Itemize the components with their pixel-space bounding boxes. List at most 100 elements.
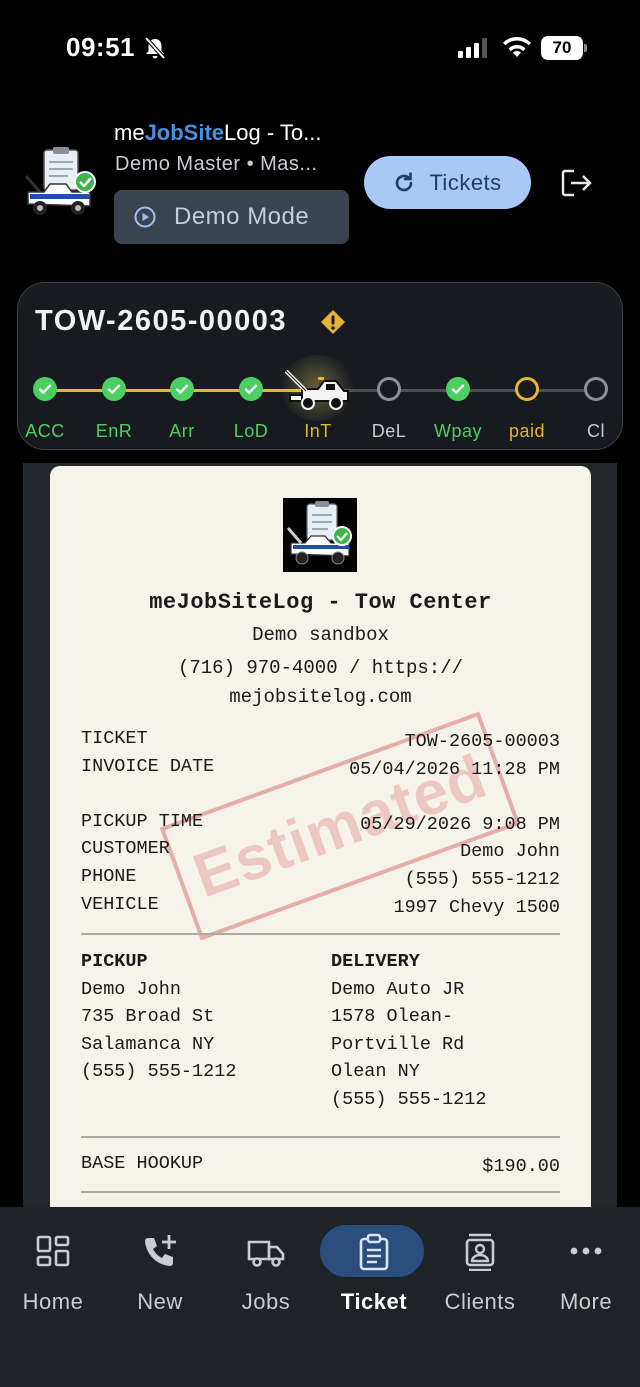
row-value: 05/29/2026 9:08 PM bbox=[360, 814, 560, 835]
check-icon bbox=[244, 384, 258, 394]
nav-jobs[interactable]: Jobs bbox=[213, 1207, 319, 1327]
pickup-name: Demo John bbox=[81, 978, 181, 1000]
step-dot-paid bbox=[515, 377, 539, 401]
receipt: meJobSiteLog - Tow Center Demo sandbox (… bbox=[50, 466, 591, 1226]
play-circle-icon bbox=[134, 206, 156, 228]
nav-ticket[interactable]: Ticket bbox=[320, 1207, 427, 1327]
tickets-button[interactable]: Tickets bbox=[364, 156, 531, 209]
check-icon bbox=[107, 384, 121, 394]
line-item-amount: $190.00 bbox=[482, 1156, 560, 1177]
battery-level: 70 bbox=[541, 36, 583, 60]
receipt-logo-icon bbox=[283, 498, 357, 572]
step-dot-wpay bbox=[446, 377, 470, 401]
receipt-container: meJobSiteLog - Tow Center Demo sandbox (… bbox=[23, 463, 617, 1226]
app-title-accent: JobSite bbox=[144, 120, 225, 145]
step-label-acc: ACC bbox=[25, 421, 65, 441]
truck-icon bbox=[247, 1240, 285, 1267]
line-item-label: BASE HOOKUP bbox=[81, 1153, 204, 1174]
row-key: INVOICE DATE bbox=[81, 756, 215, 777]
step-label-wpay: Wpay bbox=[433, 421, 482, 441]
app-subtitle: Demo Master • Mas... bbox=[115, 153, 318, 175]
row-key: PICKUP TIME bbox=[81, 811, 204, 832]
step-label-cl: Cl bbox=[587, 421, 605, 441]
pickup-heading: PICKUP bbox=[81, 951, 148, 972]
ticket-progress-card: TOW-2605-00003 ACC EnR Arr LoD InT DeL Wpay pai… bbox=[17, 282, 623, 450]
divider bbox=[81, 1191, 560, 1193]
app-logo-icon bbox=[24, 147, 96, 215]
delivery-street-1: 1578 Olean- bbox=[331, 1006, 454, 1028]
nav-home[interactable]: Home bbox=[0, 1207, 106, 1327]
receipt-contact: (716) 970-4000 / https:// mejobsitelog.c… bbox=[140, 654, 501, 712]
delivery-name: Demo Auto JR bbox=[331, 978, 465, 1000]
receipt-contact-line1: (716) 970-4000 / https:// bbox=[177, 657, 464, 679]
warning-icon[interactable] bbox=[319, 308, 347, 336]
pickup-phone: (555) 555-1212 bbox=[81, 1061, 237, 1083]
demo-mode-button[interactable]: Demo Mode bbox=[114, 190, 349, 244]
nav-jobs-label: Jobs bbox=[241, 1289, 291, 1314]
step-dot-cl bbox=[584, 377, 608, 401]
status-stepper: ACC EnR Arr LoD InT DeL Wpay paid Cl bbox=[18, 355, 624, 451]
nav-clients-label: Clients bbox=[444, 1289, 516, 1314]
status-time: 09:51 bbox=[66, 32, 135, 62]
demo-mode-label: Demo Mode bbox=[174, 203, 310, 230]
step-label-paid: paid bbox=[508, 421, 546, 441]
app-title-prefix: me bbox=[114, 120, 145, 145]
row-key: VEHICLE bbox=[81, 894, 159, 915]
row-value: TOW-2605-00003 bbox=[404, 731, 560, 752]
bottom-nav: Home New Jobs Ticket Clients More bbox=[0, 1207, 640, 1387]
step-dot-enr bbox=[102, 377, 126, 401]
pickup-city: Salamanca NY bbox=[81, 1033, 215, 1055]
ticket-doc-icon bbox=[359, 1233, 389, 1271]
battery-cap bbox=[584, 44, 587, 52]
row-key: CUSTOMER bbox=[81, 838, 170, 859]
nav-more[interactable]: More bbox=[533, 1207, 639, 1327]
step-label-del: DeL bbox=[371, 421, 407, 441]
step-dot-arr bbox=[170, 377, 194, 401]
delivery-heading: DELIVERY bbox=[331, 951, 420, 972]
cellular-signal-icon bbox=[458, 38, 487, 58]
receipt-subtitle: Demo sandbox bbox=[252, 624, 389, 646]
tickets-label: Tickets bbox=[429, 169, 502, 195]
receipt-business-name: meJobSiteLog - Tow Center bbox=[149, 590, 492, 615]
row-value: Demo John bbox=[460, 841, 560, 862]
nav-new[interactable]: New bbox=[107, 1207, 213, 1327]
divider bbox=[81, 933, 560, 935]
pickup-street: 735 Broad St bbox=[81, 1006, 215, 1028]
refresh-icon bbox=[396, 171, 413, 191]
check-icon bbox=[38, 384, 52, 394]
nav-ticket-label: Ticket bbox=[340, 1289, 408, 1314]
step-dot-del bbox=[377, 377, 401, 401]
divider bbox=[81, 1136, 560, 1138]
receipt-contact-line2: mejobsitelog.com bbox=[229, 686, 412, 708]
nav-new-label: New bbox=[137, 1289, 183, 1314]
battery-indicator: 70 bbox=[541, 36, 587, 60]
more-dots-icon bbox=[570, 1247, 602, 1255]
row-key: PHONE bbox=[81, 866, 137, 887]
delivery-address: DELIVERY Demo Auto JR 1578 Olean- Portvi… bbox=[331, 948, 561, 1114]
step-dot-acc bbox=[33, 377, 57, 401]
nav-clients[interactable]: Clients bbox=[427, 1207, 533, 1327]
bell-muted-icon bbox=[144, 36, 166, 60]
delivery-street-2: Portville Rd bbox=[331, 1033, 465, 1055]
delivery-phone: (555) 555-1212 bbox=[331, 1088, 487, 1110]
step-label-lod: LoD bbox=[233, 421, 269, 441]
app-header: meJobSiteLog - To... Demo Master • Mas..… bbox=[0, 110, 640, 260]
row-value: 05/04/2026 11:28 PM bbox=[349, 759, 560, 780]
app-title-suffix: Log - To... bbox=[224, 120, 322, 145]
tow-truck-icon bbox=[284, 369, 349, 410]
step-label-enr: EnR bbox=[95, 421, 133, 441]
check-icon bbox=[451, 384, 465, 394]
logout-icon[interactable] bbox=[560, 168, 594, 198]
row-key: TICKET bbox=[81, 728, 148, 749]
home-grid-icon bbox=[36, 1235, 70, 1267]
nav-more-label: More bbox=[559, 1289, 613, 1314]
step-label-arr: Arr bbox=[169, 421, 195, 441]
check-icon bbox=[175, 384, 189, 394]
wifi-icon bbox=[503, 36, 531, 57]
app-title: meJobSiteLog - To... bbox=[114, 120, 354, 146]
row-value: 1997 Chevy 1500 bbox=[393, 897, 560, 918]
status-bar: 09:51 70 bbox=[0, 0, 640, 96]
contacts-icon bbox=[465, 1233, 495, 1271]
phone-plus-icon bbox=[145, 1235, 176, 1266]
step-label-int: InT bbox=[304, 421, 332, 441]
